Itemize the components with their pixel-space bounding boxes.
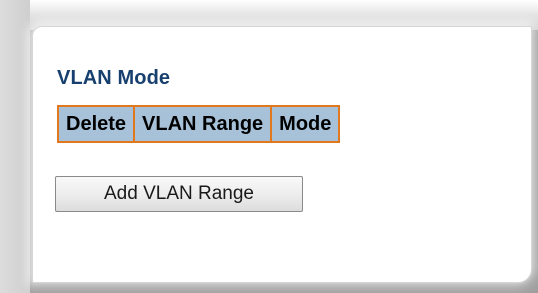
- frame-left-shade: [0, 0, 30, 293]
- delete-column-header: Delete: [56, 105, 136, 143]
- add-vlan-range-button[interactable]: Add VLAN Range: [55, 176, 303, 212]
- mode-column-header: Mode: [270, 105, 341, 143]
- vlan-range-column-header: VLAN Range: [133, 105, 273, 143]
- table-header-row: Delete VLAN Range Mode: [56, 105, 341, 143]
- vlan-mode-panel: VLAN Mode Delete VLAN Range Mode Add VLA…: [32, 26, 532, 283]
- section-title: VLAN Mode: [57, 67, 171, 89]
- vlan-range-table: Delete VLAN Range Mode: [56, 105, 341, 143]
